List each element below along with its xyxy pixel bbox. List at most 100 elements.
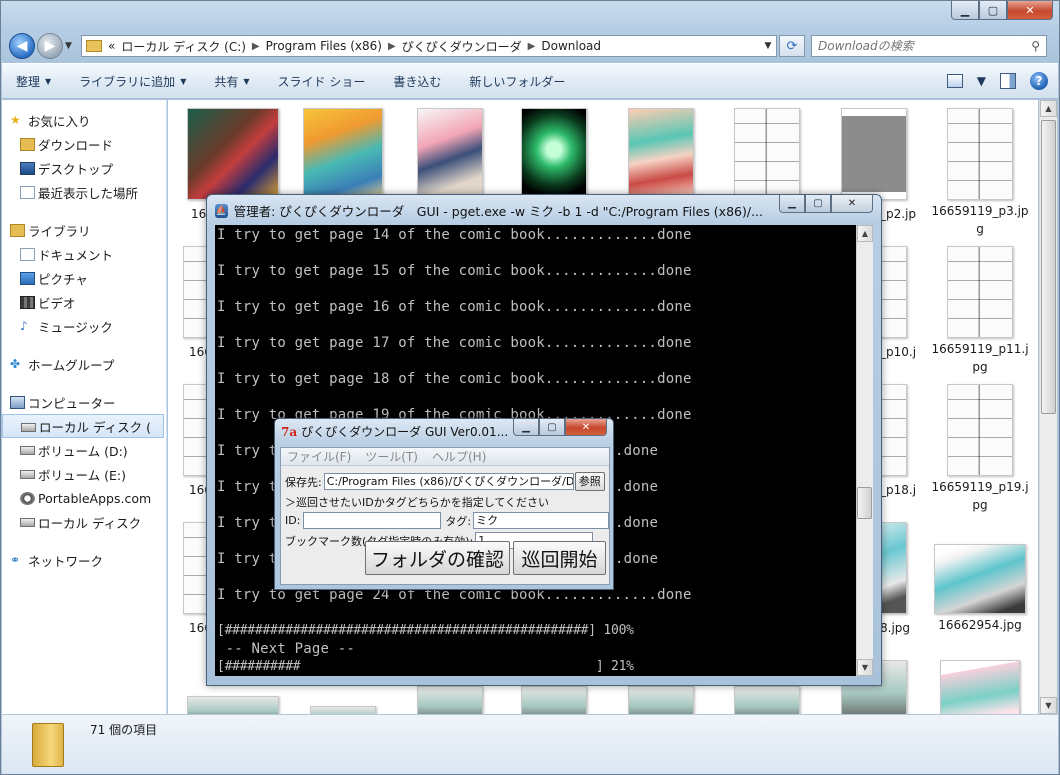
breadcrumb-download[interactable]: Download [541, 39, 601, 53]
file-thumbnail[interactable]: 16659119_p11.j pg [930, 246, 1030, 376]
thumbnail-image [303, 108, 383, 200]
nav-portableapps[interactable]: PortableApps.com [2, 486, 166, 510]
nav-volume-d[interactable]: ボリューム (D:) [2, 438, 166, 462]
breadcrumb-pikupiku[interactable]: ぴくぴくダウンローダ [402, 38, 522, 55]
history-dropdown-icon[interactable]: ▼ [65, 41, 77, 51]
save-path-field[interactable]: C:/Program Files (x86)/ぴくぴくダウンローダ/Dc [323, 473, 574, 490]
share-menu[interactable]: 共有 ▼ [214, 73, 249, 90]
start-crawl-button[interactable]: 巡回開始 [513, 541, 606, 575]
tag-input[interactable]: ミク [473, 512, 610, 529]
maximize-button[interactable]: ▢ [805, 195, 831, 213]
back-button[interactable]: ◀ [9, 33, 35, 59]
dialog-title-bar[interactable]: 7a ぴくぴくダウンローダ GUI Ver0.01... [281, 423, 509, 440]
breadcrumb-local-disk[interactable]: ローカル ディスク (C:) [121, 38, 246, 55]
breadcrumb-overflow[interactable]: « [108, 39, 115, 53]
file-thumbnail[interactable] [400, 108, 500, 202]
file-thumbnail[interactable] [611, 686, 711, 714]
close-button[interactable]: ✕ [831, 195, 873, 213]
minimize-button[interactable]: ▁ [951, 1, 979, 20]
recent-places-icon [20, 185, 35, 199]
minimize-button[interactable]: ▁ [513, 419, 539, 436]
close-button[interactable]: ✕ [1007, 1, 1053, 20]
scroll-thumb[interactable] [1041, 120, 1056, 414]
nav-recent-places[interactable]: 最近表示した場所 [2, 180, 166, 204]
address-bar[interactable]: « ローカル ディスク (C:) ▶ Program Files (x86) ▶… [81, 35, 777, 57]
search-input[interactable] [818, 39, 1032, 53]
nav-documents[interactable]: ドキュメント [2, 242, 166, 266]
address-row: ◀ ▶ ▼ « ローカル ディスク (C:) ▶ Program Files (… [9, 31, 1051, 61]
file-name: 16659119_p11.j [931, 342, 1029, 356]
nav-desktop[interactable]: デスクトップ [2, 156, 166, 180]
view-dropdown-icon[interactable]: ▼ [977, 74, 986, 88]
organize-menu[interactable]: 整理 ▼ [16, 73, 51, 90]
burn-button[interactable]: 書き込む [393, 73, 441, 90]
scroll-up-icon[interactable]: ▲ [857, 225, 873, 242]
chevron-right-icon[interactable]: ▶ [388, 41, 396, 52]
nav-local-disk-c[interactable]: ローカル ディスク ( [2, 414, 164, 438]
file-list-scrollbar[interactable]: ▲ ▼ [1039, 100, 1057, 714]
search-box[interactable]: ⚲ [811, 35, 1047, 57]
nav-libraries[interactable]: ライブラリ [2, 218, 166, 242]
new-folder-button[interactable]: 新しいフォルダー [469, 73, 565, 90]
file-thumbnail[interactable] [717, 686, 817, 714]
file-thumbnail[interactable]: 16 [183, 108, 283, 221]
command-bar: 整理 ▼ ライブラリに追加 ▼ 共有 ▼ スライド ショー 書き込む 新しいフォルダー… [2, 63, 1058, 99]
nav-downloads[interactable]: ダウンロード [2, 132, 166, 156]
nav-videos[interactable]: ビデオ [2, 290, 166, 314]
address-dropdown-icon[interactable]: ▼ [760, 41, 776, 51]
file-thumbnail[interactable] [183, 696, 283, 714]
file-thumbnail[interactable] [930, 660, 1030, 714]
nav-local-disk-2[interactable]: ローカル ディスク [2, 510, 166, 534]
console-window-controls: ▁ ▢ ✕ [779, 195, 873, 213]
menu-file[interactable]: ファイル(F) [287, 448, 351, 465]
minimize-button[interactable]: ▁ [779, 195, 805, 213]
id-input[interactable] [303, 512, 442, 529]
scroll-down-icon[interactable]: ▼ [857, 659, 873, 676]
file-thumbnail[interactable]: _p2.jp [824, 108, 924, 221]
nav-computer[interactable]: コンピューター [2, 390, 166, 414]
nav-network[interactable]: ⚭ ネットワーク [2, 548, 166, 572]
nav-label: ローカル ディスク [38, 515, 142, 531]
file-thumbnail[interactable]: 16662954.jpg [930, 544, 1030, 634]
file-thumbnail[interactable]: 16659119_p19.j pg [930, 384, 1030, 514]
chevron-right-icon[interactable]: ▶ [528, 41, 536, 52]
preview-pane-icon[interactable] [1000, 73, 1016, 89]
nav-volume-e[interactable]: ボリューム (E:) [2, 462, 166, 486]
chevron-right-icon[interactable]: ▶ [252, 41, 260, 52]
browse-button[interactable]: 参照 [574, 472, 605, 491]
nav-music[interactable]: ♪ ミュージック [2, 314, 166, 338]
change-view-icon[interactable] [946, 74, 963, 88]
scroll-down-icon[interactable]: ▼ [1040, 697, 1057, 714]
console-title-bar[interactable]: ⛵ 管理者: ぴくぴくダウンローダ GUI - pget.exe -w ミク -… [215, 201, 763, 220]
menu-tools[interactable]: ツール(T) [365, 448, 418, 465]
file-thumbnail[interactable] [717, 108, 817, 202]
share-label: 共有 [214, 74, 239, 89]
add-to-library-menu[interactable]: ライブラリに追加 ▼ [79, 73, 186, 90]
nav-favorites[interactable]: ★ お気に入り [2, 108, 166, 132]
check-folder-button[interactable]: フォルダの確認 [365, 541, 510, 575]
scroll-thumb[interactable] [857, 487, 872, 519]
console-line: I try t [217, 515, 278, 531]
maximize-button[interactable]: ▢ [979, 1, 1007, 20]
file-thumbnail[interactable] [504, 686, 604, 714]
breadcrumb-program-files[interactable]: Program Files (x86) [266, 39, 382, 53]
maximize-button[interactable]: ▢ [539, 419, 565, 436]
forward-button[interactable]: ▶ [37, 33, 63, 59]
console-scrollbar[interactable]: ▲ ▼ [856, 225, 873, 676]
help-icon[interactable]: ? [1030, 72, 1048, 90]
file-thumbnail[interactable] [293, 108, 393, 202]
file-thumbnail[interactable] [293, 706, 393, 714]
file-thumbnail[interactable] [504, 108, 604, 202]
refresh-button[interactable]: ⟳ [779, 35, 805, 57]
tag-label: タグ: [445, 514, 472, 528]
close-button[interactable]: ✕ [565, 419, 607, 436]
nav-pictures[interactable]: ピクチャ [2, 266, 166, 290]
file-thumbnail[interactable]: 16659119_p3.jp g [930, 108, 1030, 238]
menu-help[interactable]: ヘルプ(H) [432, 448, 486, 465]
file-thumbnail[interactable] [400, 686, 500, 714]
thumbnail-image [940, 660, 1020, 714]
scroll-up-icon[interactable]: ▲ [1040, 100, 1057, 117]
file-thumbnail[interactable] [611, 108, 711, 202]
slideshow-button[interactable]: スライド ショー [278, 73, 366, 90]
nav-homegroup[interactable]: ✤ ホームグループ [2, 352, 166, 376]
